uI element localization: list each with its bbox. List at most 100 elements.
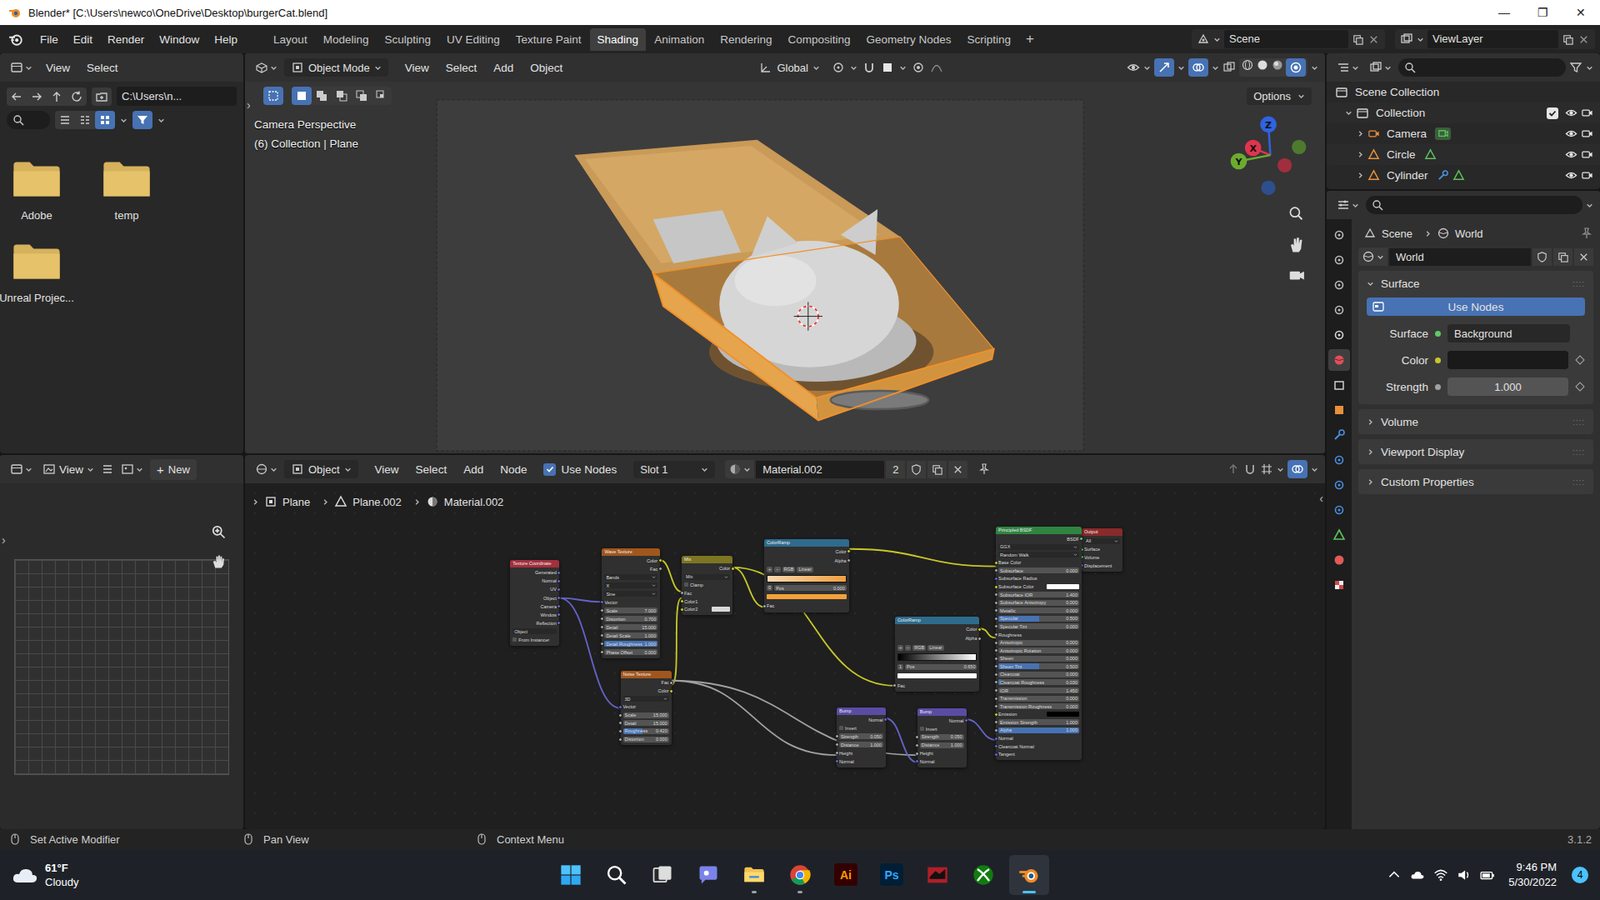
properties-tab[interactable] (1328, 224, 1350, 246)
color-swatch[interactable] (766, 594, 847, 600)
view-mode-button[interactable]: View (39, 460, 98, 478)
socket-icon[interactable] (994, 712, 999, 717)
camera-icon[interactable] (1580, 169, 1594, 182)
material-shading-icon[interactable] (1270, 58, 1285, 72)
socket-icon[interactable] (600, 608, 605, 613)
menu-item[interactable]: View (39, 58, 77, 78)
unlink-icon[interactable] (948, 460, 968, 479)
mode-invert-icon[interactable] (351, 86, 372, 105)
node-number-field[interactable]: Detail Scale1.000 (604, 632, 658, 639)
socket-icon[interactable] (994, 672, 999, 677)
horizontal-list-icon[interactable] (75, 110, 95, 130)
socket-icon[interactable] (846, 558, 851, 563)
socket-icon[interactable] (994, 656, 999, 661)
node-dropdown[interactable]: GGX (998, 544, 1080, 550)
toolbar-toggle[interactable]: › (1, 533, 6, 547)
outliner-row[interactable]: Circle (1326, 144, 1600, 165)
socket-icon[interactable] (883, 717, 888, 722)
snap-grid-icon[interactable] (1260, 462, 1274, 476)
node-header[interactable]: ColorRamp (895, 616, 980, 625)
menu-item[interactable]: Select (409, 460, 455, 480)
socket-icon[interactable] (835, 759, 840, 764)
color-ramp[interactable] (897, 653, 978, 661)
socket-icon[interactable] (915, 759, 920, 764)
camera-icon[interactable] (1580, 148, 1594, 161)
ramp-control-button[interactable]: Linear (796, 566, 813, 573)
editor-type-button[interactable] (1333, 196, 1363, 214)
node-number-field[interactable]: Distortion0.000 (623, 736, 670, 743)
xray-icon[interactable] (1222, 60, 1236, 75)
close-icon[interactable] (1367, 33, 1380, 46)
outliner-row[interactable]: Camera (1326, 123, 1600, 145)
socket-icon[interactable] (600, 625, 605, 630)
properties-tab[interactable] (1328, 574, 1350, 596)
taskbar-app[interactable]: Ai (825, 855, 866, 895)
properties-tab[interactable] (1328, 449, 1350, 471)
eye-icon[interactable] (1565, 169, 1578, 182)
properties-tab[interactable] (1328, 499, 1350, 521)
taskbar-app[interactable] (917, 855, 958, 895)
ramp-control-button[interactable]: RGB (912, 645, 926, 651)
editor-type-button[interactable] (1333, 59, 1363, 76)
copy-icon[interactable] (1561, 33, 1575, 46)
vertical-list-icon[interactable] (55, 110, 75, 130)
gizmo-axis-icon[interactable] (1230, 153, 1248, 170)
refresh-icon[interactable] (66, 87, 87, 106)
drag-grip[interactable]: :::: (1572, 447, 1585, 457)
node-link[interactable] (849, 549, 996, 567)
socket-icon[interactable] (964, 718, 969, 723)
window-control-button[interactable]: ❐ (1523, 0, 1562, 25)
menu-item[interactable]: Add (486, 58, 520, 78)
taskbar-app[interactable]: Ps (871, 855, 912, 895)
properties-tab[interactable] (1328, 399, 1350, 421)
node-number-field[interactable]: Subsurface Anisotropy0.000 (998, 600, 1080, 606)
socket-icon[interactable] (994, 592, 999, 597)
node-link[interactable] (966, 719, 997, 740)
new-folder-icon[interactable] (91, 87, 112, 106)
taskbar-app[interactable] (596, 855, 637, 895)
node-header[interactable]: Output (1081, 528, 1123, 536)
filter-icon[interactable] (1569, 60, 1583, 75)
socket-icon[interactable] (994, 600, 999, 605)
mode-extend-icon[interactable] (311, 86, 332, 105)
drag-grip[interactable]: :::: (1572, 477, 1585, 487)
node-link[interactable] (885, 718, 918, 763)
shader-node[interactable]: Output All Surface Volume Displacement (1081, 528, 1123, 571)
material-users-count[interactable]: 2 (885, 460, 905, 479)
forward-arrow-icon[interactable] (26, 87, 47, 106)
eye-icon[interactable] (1565, 106, 1578, 120)
world-name-field[interactable]: World (1389, 248, 1531, 266)
camera-icon[interactable] (1580, 106, 1594, 120)
window-control-button[interactable]: ✕ (1561, 0, 1600, 25)
workspace-tab[interactable]: Modeling (315, 28, 377, 51)
keyframe-icon[interactable] (1575, 355, 1585, 365)
socket-icon[interactable] (1435, 384, 1441, 390)
pan-button[interactable] (1285, 232, 1310, 257)
node-number-field[interactable]: Transmission Roughness0.000 (998, 703, 1080, 710)
node-number-field[interactable]: Emission Strength1.000 (998, 719, 1080, 725)
node-number-field[interactable]: Anisotropic0.000 (998, 640, 1080, 646)
workspace-tab[interactable]: Layout (265, 28, 315, 51)
node-checkbox[interactable] (684, 582, 689, 587)
gizmo-axis-icon[interactable] (1260, 116, 1277, 134)
menu-item[interactable]: View (398, 58, 436, 78)
node-header[interactable]: ColorRamp (764, 539, 850, 547)
menu-item[interactable]: Render (100, 30, 151, 50)
node-number-field[interactable]: Distance1.000 (839, 741, 884, 748)
node-link[interactable] (671, 680, 837, 755)
scene-render[interactable]: ZXY (245, 81, 1325, 454)
node-dropdown[interactable]: Mix (684, 574, 730, 580)
thumbnails-icon[interactable] (95, 110, 115, 130)
taskbar-app[interactable] (550, 855, 591, 895)
pin-icon[interactable] (1580, 226, 1594, 240)
hidden-icons-chevron-icon[interactable] (1386, 867, 1402, 883)
node-header[interactable]: Noise Texture (620, 670, 672, 679)
properties-tab[interactable] (1328, 299, 1350, 321)
pivot-icon[interactable] (831, 60, 845, 75)
material-selector[interactable]: Material.002 2 (725, 460, 968, 479)
search-field[interactable] (6, 110, 50, 130)
socket-icon[interactable] (977, 627, 982, 632)
workspace-tab[interactable]: Animation (646, 28, 712, 51)
orientation-dropdown[interactable]: Global (752, 58, 827, 77)
node-number-field[interactable]: Detail15.000 (604, 624, 658, 630)
